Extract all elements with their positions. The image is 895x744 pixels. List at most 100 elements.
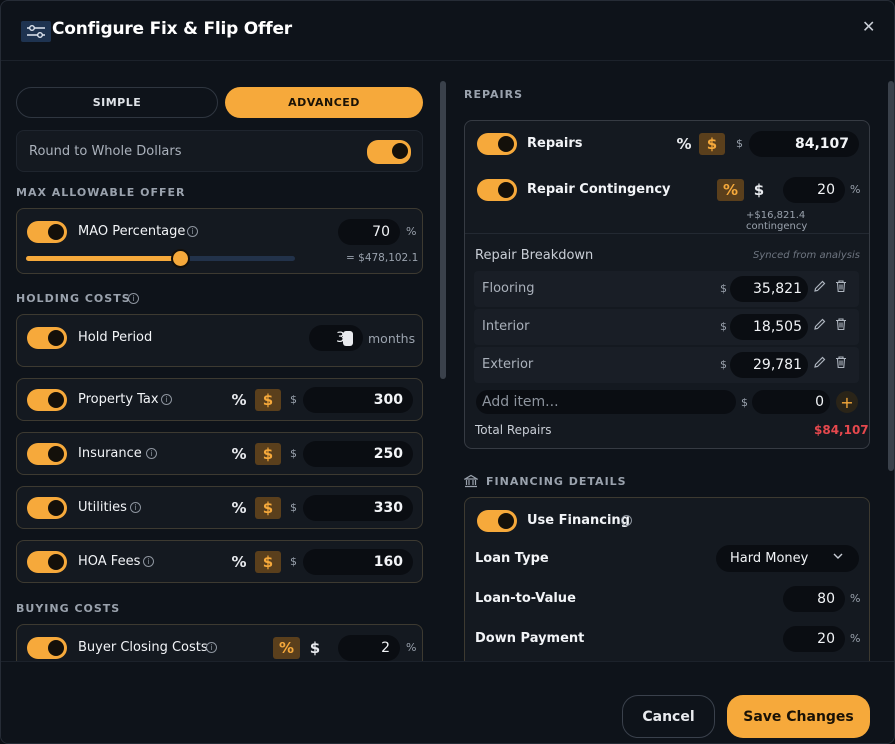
- cancel-button[interactable]: Cancel: [622, 695, 715, 738]
- repairs-card: Repairs % $ $ 84,107 Repair Contingency …: [464, 120, 870, 449]
- utilities-input[interactable]: 330: [303, 495, 413, 521]
- mao-percentage-input[interactable]: 70: [338, 219, 400, 245]
- repairs-label: Repairs: [527, 136, 583, 151]
- add-item-plus-icon[interactable]: +: [836, 391, 858, 413]
- dollar-toggle[interactable]: $: [699, 133, 725, 155]
- dollar-toggle[interactable]: $: [255, 443, 281, 465]
- holding-item-property-tax: Property Tax i % $ $ 300: [16, 378, 423, 421]
- round-dollars-label: Round to Whole Dollars: [29, 144, 182, 159]
- chevron-down-icon: [832, 550, 844, 566]
- insurance-label: Insurance: [78, 446, 142, 461]
- financing-card: Use Financing i Loan Type Hard Money Loa…: [464, 497, 870, 661]
- down-payment-input[interactable]: 20: [783, 626, 845, 652]
- dollar-toggle[interactable]: $: [255, 389, 281, 411]
- buyer-closing-toggle[interactable]: [27, 637, 67, 659]
- percent-toggle[interactable]: %: [227, 443, 251, 465]
- buying-costs-clip: Buyer Closing Costs i % $ 2 %: [16, 624, 423, 661]
- mao-toggle[interactable]: [27, 221, 67, 243]
- synced-note: Synced from analysis: [753, 250, 860, 261]
- hold-period-toggle[interactable]: [27, 327, 67, 349]
- modal-title: Configure Fix & Flip Offer: [52, 19, 292, 39]
- repair-item-input[interactable]: 29,781: [730, 352, 808, 378]
- mao-slider-fill: [26, 256, 181, 261]
- hold-period-label: Hold Period: [78, 330, 153, 345]
- property-tax-input[interactable]: 300: [303, 387, 413, 413]
- repair-item-row: Interior $ 18,505: [474, 309, 859, 345]
- trash-icon[interactable]: [834, 279, 848, 297]
- ltv-unit: %: [850, 592, 861, 605]
- edit-icon[interactable]: [813, 279, 827, 297]
- edit-icon[interactable]: [813, 355, 827, 373]
- trash-icon[interactable]: [834, 317, 848, 335]
- section-max-allowable-offer: MAX ALLOWABLE OFFER: [16, 186, 186, 199]
- dollar-unit: $: [741, 396, 748, 409]
- mao-slider-track[interactable]: [26, 249, 295, 268]
- bank-icon: [462, 474, 480, 492]
- ltv-input[interactable]: 80: [783, 586, 845, 612]
- percent-toggle[interactable]: %: [227, 389, 251, 411]
- dollar-unit: $: [290, 555, 297, 568]
- buyer-closing-input[interactable]: 2: [338, 635, 400, 661]
- financing-clip: Use Financing i Loan Type Hard Money Loa…: [464, 497, 870, 661]
- close-icon[interactable]: ✕: [862, 17, 875, 36]
- buyer-closing-unit: %: [406, 641, 417, 654]
- round-dollars-toggle[interactable]: [367, 140, 411, 164]
- holding-item-insurance: Insurance i % $ $ 250: [16, 432, 423, 475]
- add-item-input[interactable]: Add item...: [476, 390, 736, 414]
- insurance-input[interactable]: 250: [303, 441, 413, 467]
- round-dollars-row: Round to Whole Dollars: [16, 130, 423, 172]
- percent-toggle[interactable]: %: [672, 133, 696, 155]
- percent-toggle[interactable]: %: [227, 551, 251, 573]
- loan-type-select[interactable]: Hard Money: [716, 545, 859, 572]
- repair-item-label: Interior: [482, 319, 530, 334]
- utilities-label: Utilities: [78, 500, 127, 515]
- repair-contingency-toggle[interactable]: [477, 179, 517, 201]
- left-scrollbar[interactable]: [440, 81, 446, 379]
- hold-period-input[interactable]: 3: [309, 325, 363, 351]
- section-repairs: REPAIRS: [464, 88, 524, 101]
- contingency-note: +$16,821.4 contingency: [746, 210, 808, 232]
- trash-icon[interactable]: [834, 355, 848, 373]
- right-scrollbar[interactable]: [888, 81, 894, 471]
- dollar-toggle[interactable]: $: [255, 497, 281, 519]
- info-icon: i: [146, 448, 157, 459]
- percent-toggle[interactable]: %: [717, 179, 744, 201]
- section-holding-costs: HOLDING COSTS: [16, 292, 131, 305]
- utilities-toggle[interactable]: [27, 497, 67, 519]
- info-icon: i: [187, 226, 198, 237]
- repairs-toggle[interactable]: [477, 133, 517, 155]
- hoa-fees-toggle[interactable]: [27, 551, 67, 573]
- mode-simple-button[interactable]: SIMPLE: [16, 87, 218, 118]
- percent-toggle[interactable]: %: [227, 497, 251, 519]
- mao-slider-thumb[interactable]: [171, 249, 191, 268]
- mode-advanced-button[interactable]: ADVANCED: [225, 87, 423, 118]
- percent-toggle[interactable]: %: [273, 637, 300, 659]
- dollar-toggle[interactable]: $: [302, 637, 328, 659]
- hoa-fees-input[interactable]: 160: [303, 549, 413, 575]
- section-financing-details: FINANCING DETAILS: [486, 475, 627, 488]
- dollar-unit: $: [290, 501, 297, 514]
- info-icon: i: [130, 502, 141, 513]
- loan-type-label: Loan Type: [475, 551, 549, 566]
- add-item-amount[interactable]: 0: [752, 390, 830, 414]
- dollar-toggle[interactable]: $: [746, 179, 772, 201]
- use-financing-toggle[interactable]: [477, 510, 517, 532]
- divider: [465, 233, 869, 234]
- dollar-unit: $: [720, 358, 727, 371]
- repairs-input[interactable]: 84,107: [749, 131, 859, 157]
- save-changes-button[interactable]: Save Changes: [727, 695, 870, 738]
- repair-contingency-label: Repair Contingency: [527, 182, 671, 197]
- info-icon: i: [143, 556, 154, 567]
- property-tax-toggle[interactable]: [27, 389, 67, 411]
- dollar-toggle[interactable]: $: [255, 551, 281, 573]
- edit-icon[interactable]: [813, 317, 827, 335]
- repair-item-input[interactable]: 18,505: [730, 314, 808, 340]
- info-icon: i: [161, 394, 172, 405]
- repair-item-input[interactable]: 35,821: [730, 276, 808, 302]
- repair-contingency-input[interactable]: 20: [783, 177, 845, 203]
- info-icon: i: [621, 515, 632, 526]
- hold-period-spinner[interactable]: [343, 331, 353, 346]
- insurance-toggle[interactable]: [27, 443, 67, 465]
- down-payment-unit: %: [850, 632, 861, 645]
- dollar-unit: $: [720, 320, 727, 333]
